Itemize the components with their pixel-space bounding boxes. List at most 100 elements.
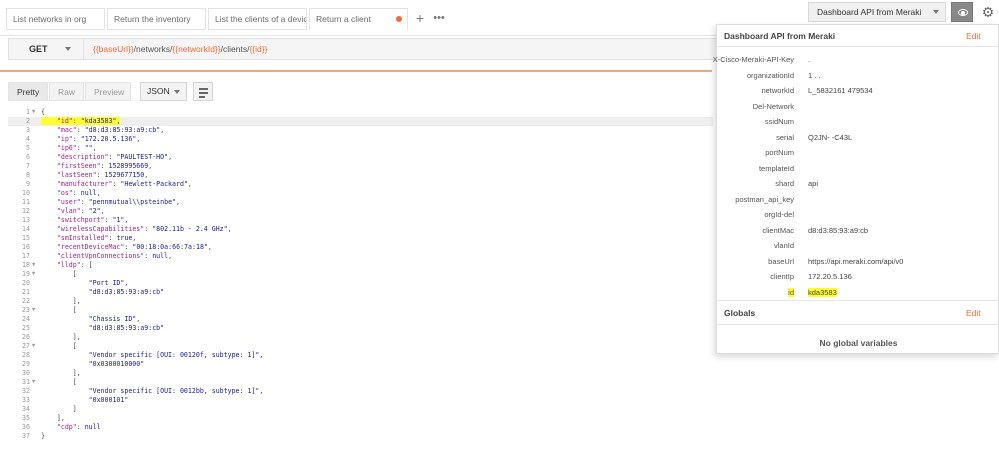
code-text: "clientVpnConnections": null,	[56, 252, 173, 260]
code-text: "recentDeviceMac": "00:18:0a:66:7a:18",	[56, 243, 212, 251]
line-number: 19	[22, 270, 30, 278]
fold-toggle-icon[interactable]: ▼	[32, 378, 38, 387]
raw-view-button[interactable]: Raw	[49, 82, 84, 101]
chevron-down-icon	[65, 47, 71, 51]
code-text: "Port ID",	[88, 279, 129, 287]
code-text: "ip6": "",	[56, 144, 97, 152]
method-select[interactable]: GET	[9, 39, 84, 59]
env-var-value: d8:d3:85:93:a9:cb	[808, 225, 869, 235]
line-number: 22	[22, 297, 30, 305]
globals-title: Globals	[724, 308, 756, 318]
code-line: 11 "user": "pennmutual\\psteinbe",	[8, 198, 713, 207]
code-text: "d8:d3:85:93:a9:cb"	[88, 288, 165, 296]
env-var-key: clientIp	[770, 272, 794, 281]
fold-toggle-icon[interactable]: ▼	[32, 261, 38, 270]
code-line: 17 "clientVpnConnections": null,	[8, 252, 713, 261]
new-tab-button[interactable]: +	[411, 9, 429, 27]
code-text: "os": null,	[56, 189, 101, 197]
code-line: 10 "os": null,	[8, 189, 713, 198]
env-var-key: serial	[776, 132, 794, 142]
env-var-value: L_5832161 479534	[808, 86, 873, 95]
line-number: 8	[26, 171, 30, 179]
divider	[717, 324, 999, 325]
env-var-value: api	[808, 179, 819, 188]
code-text: {	[41, 108, 45, 116]
env-var-key: networkId	[761, 86, 794, 95]
line-number: 3	[26, 126, 30, 134]
more-tabs-button[interactable]: •••	[430, 9, 448, 27]
code-line: 13 "switchport": "1",	[8, 216, 713, 225]
preview-view-button[interactable]: Preview	[85, 82, 131, 101]
env-var-key: ssidNum	[764, 117, 794, 126]
code-text: [	[41, 378, 77, 386]
fold-toggle-icon[interactable]: ▼	[32, 306, 38, 315]
manage-environments-button[interactable]: ⚙	[979, 2, 997, 22]
code-line: 8 "lastSeen": 1529677150,	[8, 171, 713, 180]
environment-edit-link[interactable]: Edit	[966, 31, 981, 41]
line-number: 15	[22, 234, 30, 242]
wrap-lines-button[interactable]	[193, 82, 213, 101]
line-number: 6	[26, 153, 30, 161]
globals-edit-link[interactable]: Edit	[966, 308, 981, 318]
response-body[interactable]: 1 ▼{2 "id": "kda3583", 3 "mac": "d8:d3:85:…	[8, 108, 713, 453]
code-line: 34 ]	[8, 405, 713, 414]
code-text: "Vendor specific [OUI: 00120f, subtype: …	[88, 351, 264, 359]
environment-quick-look-panel: Dashboard API from Meraki Edit X-Cisco-M…	[713, 24, 999, 354]
env-var-value: https://api.meraki.com/api/v0	[808, 256, 904, 266]
environment-select[interactable]: Dashboard API from Meraki	[808, 2, 946, 22]
url-var-id: {{id}}	[249, 44, 268, 54]
code-line: 4 "ip": "172.20.5.136",	[8, 135, 713, 144]
env-var-value: 1 . .	[808, 70, 821, 80]
fold-toggle-icon[interactable]: ▼	[32, 342, 38, 351]
line-number: 34	[22, 405, 30, 413]
code-text: "firstSeen": 1528995669,	[56, 162, 153, 170]
format-select[interactable]: JSON	[140, 82, 187, 101]
line-number: 28	[22, 351, 30, 359]
divider	[0, 70, 712, 72]
env-var-value: kda3583	[808, 287, 837, 297]
code-line: 22 ],	[8, 297, 713, 306]
tab-return-client[interactable]: Return a client	[309, 8, 408, 30]
env-var-key: templateId	[758, 163, 794, 173]
env-var-key: baseUrl	[768, 256, 794, 266]
tab-label: Return a client	[316, 14, 371, 24]
code-line: 32 "Vendor specific [OUI: 0012bb, subtyp…	[8, 387, 713, 396]
code-line: 5 "ip6": "",	[8, 144, 713, 153]
tab-list-networks[interactable]: List networks in org	[6, 8, 105, 30]
code-line: 37}	[8, 432, 713, 441]
line-number: 36	[22, 423, 30, 431]
line-number: 2	[26, 117, 30, 125]
tab-return-inventory[interactable]: Return the inventory	[107, 8, 206, 30]
url-path-segment: /clients/	[220, 44, 250, 54]
tab-list-clients[interactable]: List the clients of a device,	[208, 8, 307, 30]
pretty-view-button[interactable]: Pretty	[8, 82, 48, 101]
line-number: 17	[22, 252, 30, 260]
environment-quick-look-button[interactable]	[951, 2, 973, 22]
url-var-networkid: {{networkId}}	[172, 44, 221, 54]
line-number: 30	[22, 369, 30, 377]
env-var-key: postman_api_key	[735, 194, 794, 204]
method-label: GET	[29, 44, 48, 54]
url-var-baseurl: {{baseUrl}}	[93, 44, 134, 54]
code-line: 36 "cdp": null	[8, 423, 713, 432]
code-text: "d8:d3:85:93:a9:cb"	[88, 324, 165, 332]
fold-toggle-icon[interactable]: ▼	[32, 108, 38, 117]
env-var-value: .	[808, 55, 811, 64]
line-number: 24	[22, 315, 30, 323]
code-text: [	[41, 342, 77, 350]
fold-toggle-icon[interactable]: ▼	[32, 270, 38, 279]
environment-title: Dashboard API from Meraki	[724, 31, 836, 41]
request-bar: GET {{baseUrl}}/networks/{{networkId}}/c…	[8, 38, 718, 60]
line-number: 35	[22, 414, 30, 422]
line-number: 11	[22, 198, 30, 206]
code-line: 24 "Chassis ID",	[8, 315, 713, 324]
chevron-down-icon	[174, 90, 180, 94]
code-text: "vlan": "2",	[56, 207, 105, 215]
env-var-key: vlanId	[773, 241, 794, 250]
tab-label: List the clients of a device,	[215, 14, 307, 24]
env-var-key: id	[788, 287, 794, 297]
code-text: "ip": "172.20.5.136",	[56, 135, 141, 143]
url-input[interactable]: {{baseUrl}}/networks/{{networkId}}/clien…	[93, 39, 267, 59]
line-number: 27	[22, 342, 30, 350]
code-text: "lastSeen": 1529677150,	[56, 171, 149, 179]
